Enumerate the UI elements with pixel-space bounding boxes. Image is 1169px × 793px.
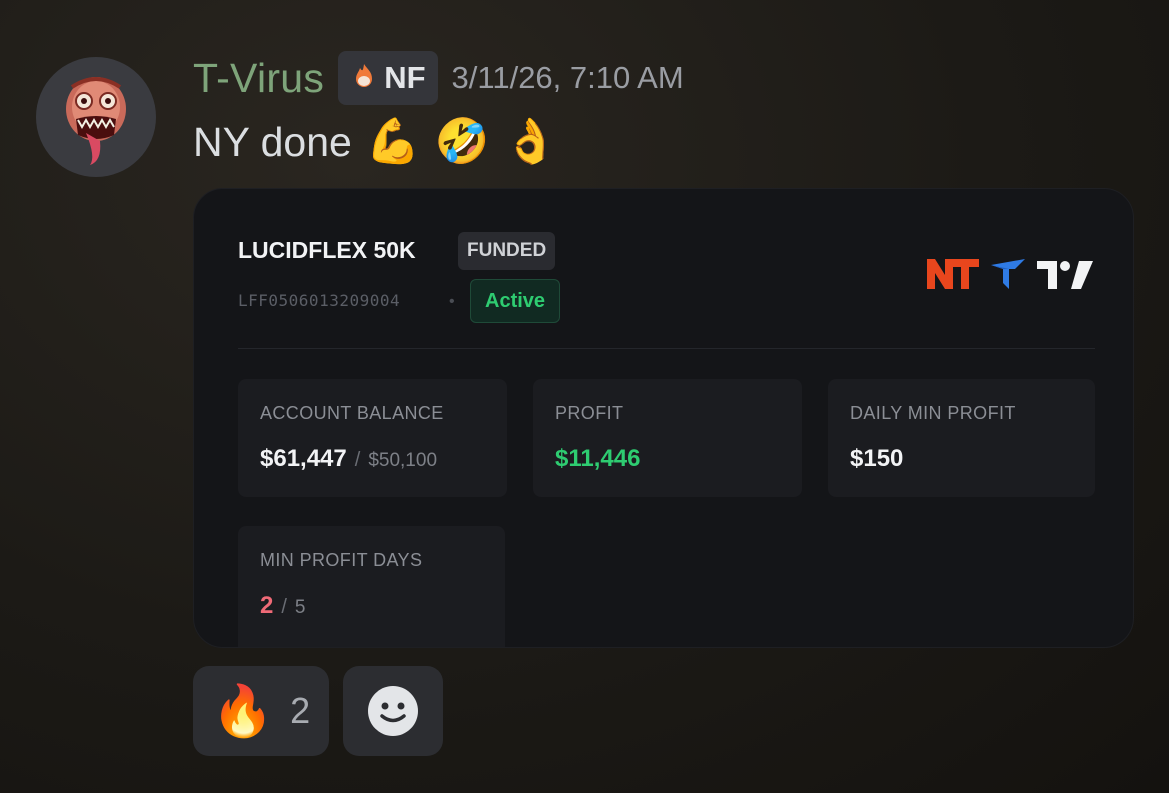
profit-value: $11,446 — [555, 445, 641, 472]
message-timestamp[interactable]: 3/11/26, 7:10 AM — [452, 60, 684, 96]
account-name: LUCIDFLEX 50K — [238, 237, 416, 263]
stat-label: DAILY MIN PROFIT — [850, 403, 1016, 423]
stat-min-profit-days: MIN PROFIT DAYS 2 / 5 — [238, 526, 505, 647]
username[interactable]: T-Virus — [193, 55, 324, 102]
stat-daily-min-profit: DAILY MIN PROFIT $150 — [828, 379, 1095, 497]
min-days-target: 5 — [294, 597, 306, 618]
add-reaction-button[interactable] — [343, 666, 443, 756]
tradovate-logo-icon — [991, 259, 1025, 289]
value-separator: / — [281, 596, 287, 618]
stat-profit: PROFIT $11,446 — [533, 379, 802, 497]
card-divider — [238, 348, 1095, 349]
tradingview-logo-icon — [1037, 261, 1093, 289]
fire-emoji: 🔥 — [211, 683, 275, 739]
reaction-fire[interactable]: 🔥 2 — [193, 666, 329, 756]
separator-dot: • — [449, 293, 455, 310]
ninjatrader-logo-icon — [927, 259, 979, 289]
message-content: NY done 💪 🤣 👌 — [193, 112, 558, 172]
server-tag[interactable]: NF — [338, 51, 438, 105]
stat-value: $61,447 / $50,100 — [260, 445, 437, 473]
message-header: T-Virus NF 3/11/26, 7:10 AM — [193, 50, 684, 106]
flexed-biceps-emoji[interactable]: 💪 — [366, 120, 421, 164]
rolling-laughing-emoji[interactable]: 🤣 — [435, 120, 490, 164]
stat-label: ACCOUNT BALANCE — [260, 403, 444, 423]
balance-value: $61,447 — [260, 445, 347, 472]
stat-label: PROFIT — [555, 403, 624, 423]
fire-hand-icon — [350, 62, 378, 94]
message-text: NY done — [193, 118, 352, 165]
balance-target: $50,100 — [368, 450, 438, 471]
reaction-count: 2 — [290, 690, 311, 731]
server-tag-label: NF — [384, 60, 426, 95]
user-avatar[interactable] — [36, 57, 156, 177]
min-days-value: 2 — [260, 592, 274, 619]
monster-face-icon — [66, 77, 126, 165]
daily-min-value: $150 — [850, 445, 904, 472]
stat-label: MIN PROFIT DAYS — [260, 550, 423, 570]
stat-value: 2 / 5 — [260, 592, 306, 620]
status-badge: Active — [470, 279, 561, 323]
add-reaction-smiley-icon — [368, 686, 418, 736]
platform-logos — [927, 257, 1093, 291]
account-card-image[interactable]: LUCIDFLEX 50K FUNDED LFF0506013209004 • … — [193, 188, 1134, 648]
stat-value: $150 — [850, 445, 903, 473]
stat-account-balance: ACCOUNT BALANCE $61,447 / $50,100 — [238, 379, 507, 497]
ok-hand-emoji[interactable]: 👌 — [503, 120, 558, 164]
stat-value: $11,446 — [555, 445, 640, 473]
value-separator: / — [354, 449, 361, 471]
funded-badge: FUNDED — [458, 232, 556, 270]
account-id: LFF0506013209004 — [238, 291, 401, 310]
